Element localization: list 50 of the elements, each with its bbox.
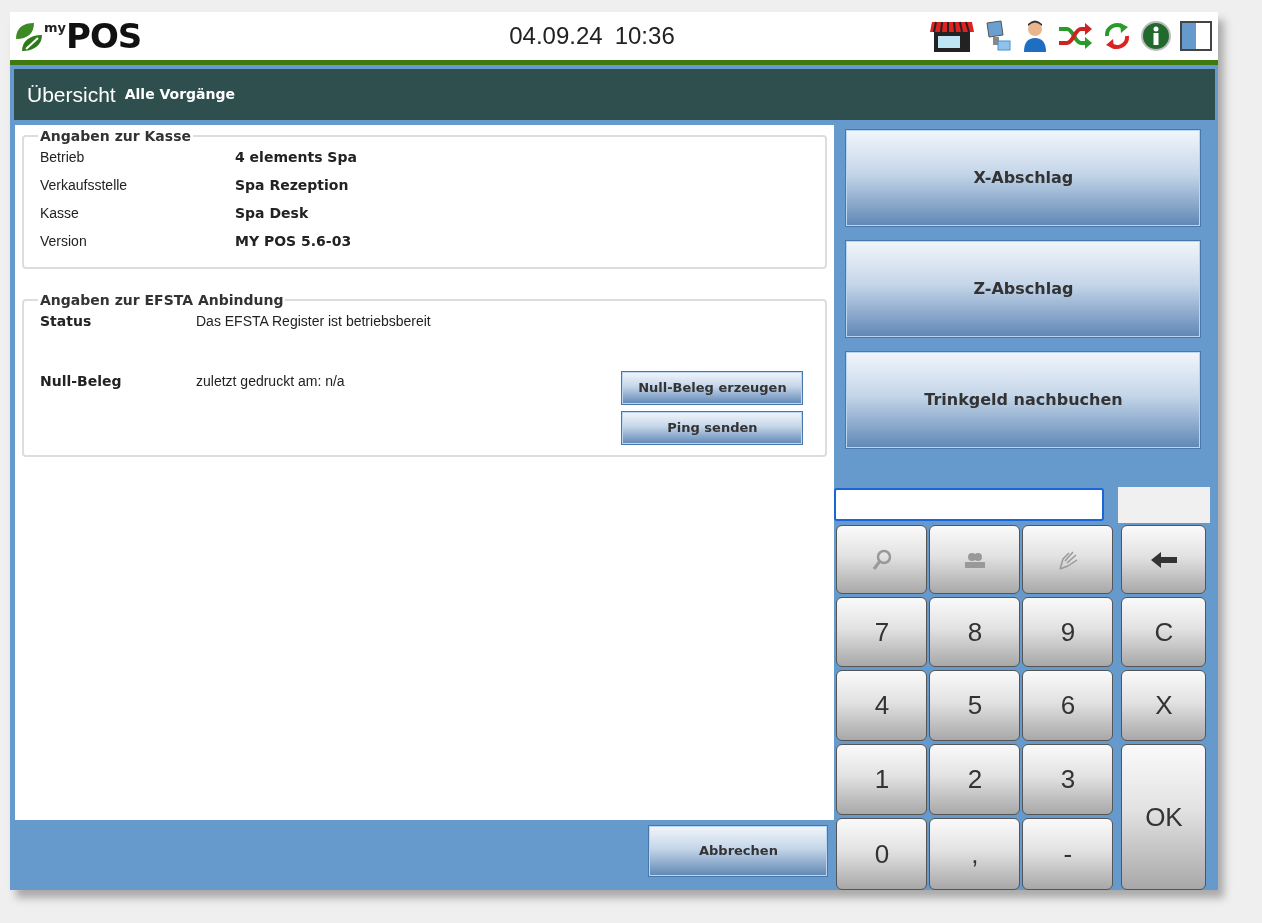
- action-button[interactable]: Trinkgeld nachbuchen: [845, 351, 1202, 449]
- keypad-key[interactable]: X: [1121, 670, 1207, 741]
- page-subtitle: Alle Vorgänge: [124, 84, 236, 104]
- action-button[interactable]: Ping senden: [621, 411, 804, 445]
- keypad-key[interactable]: 1: [836, 744, 928, 815]
- action-button[interactable]: X-Abschlag: [845, 129, 1202, 227]
- logo-text: POS: [66, 18, 142, 53]
- field-label: Betrieb: [40, 147, 86, 167]
- field-value: Das EFSTA Register ist betriebsbereit: [196, 311, 431, 331]
- keypad-key[interactable]: C: [1121, 597, 1207, 667]
- keypad-key[interactable]: 5: [929, 670, 1021, 741]
- keypad-key[interactable]: 2: [929, 744, 1021, 815]
- ok-key[interactable]: OK: [1121, 744, 1207, 890]
- field-value: zuletzt gedruckt am: n/a: [196, 372, 345, 391]
- computer-icon[interactable]: [983, 18, 1013, 53]
- keypad-key[interactable]: [1121, 525, 1207, 594]
- keypad-key[interactable]: 7: [836, 597, 928, 667]
- info-icon[interactable]: [1141, 18, 1171, 53]
- field-value: MY POS 5.6-03: [235, 231, 352, 251]
- keypad-key[interactable]: 9: [1022, 597, 1114, 667]
- keypad-key[interactable]: -: [1022, 818, 1114, 890]
- people-icon: [963, 551, 986, 568]
- field-label: Status: [40, 311, 93, 331]
- left-arrow-icon: [1150, 551, 1177, 568]
- page-title: Übersicht: [27, 81, 116, 108]
- group-legend: Angaben zur EFSTA Anbindung: [38, 293, 286, 307]
- keypad-key[interactable]: 6: [1022, 670, 1114, 741]
- group-legend: Angaben zur Kasse: [38, 129, 193, 143]
- search-icon: [871, 548, 892, 571]
- keypad-key[interactable]: 3: [1022, 744, 1114, 815]
- field-label: Null-Beleg: [40, 372, 123, 391]
- panel-layout-icon[interactable]: [1180, 20, 1212, 51]
- date-text: 04.09.24: [509, 21, 603, 49]
- keypad-key[interactable]: 8: [929, 597, 1021, 667]
- time-text: 10:36: [614, 21, 675, 49]
- field-label: Kasse: [40, 203, 80, 223]
- keypad-key[interactable]: 4: [836, 670, 928, 741]
- field-value: Spa Desk: [235, 203, 309, 223]
- logo-text: my: [44, 20, 67, 34]
- field-label: Verkaufsstelle: [40, 175, 129, 195]
- person-icon[interactable]: [1022, 18, 1048, 53]
- action-button[interactable]: Z-Abschlag: [845, 240, 1202, 338]
- input-field[interactable]: [834, 488, 1105, 521]
- keypad-key[interactable]: ,: [929, 818, 1021, 890]
- field-label: Version: [40, 231, 88, 251]
- cancel-button[interactable]: Abbrechen: [648, 825, 829, 877]
- field-value: 4 elements Spa: [235, 147, 357, 167]
- keypad-key[interactable]: 0: [836, 818, 928, 890]
- field-value: Spa Rezeption: [235, 175, 349, 195]
- action-button[interactable]: Null-Beleg erzeugen: [621, 371, 804, 405]
